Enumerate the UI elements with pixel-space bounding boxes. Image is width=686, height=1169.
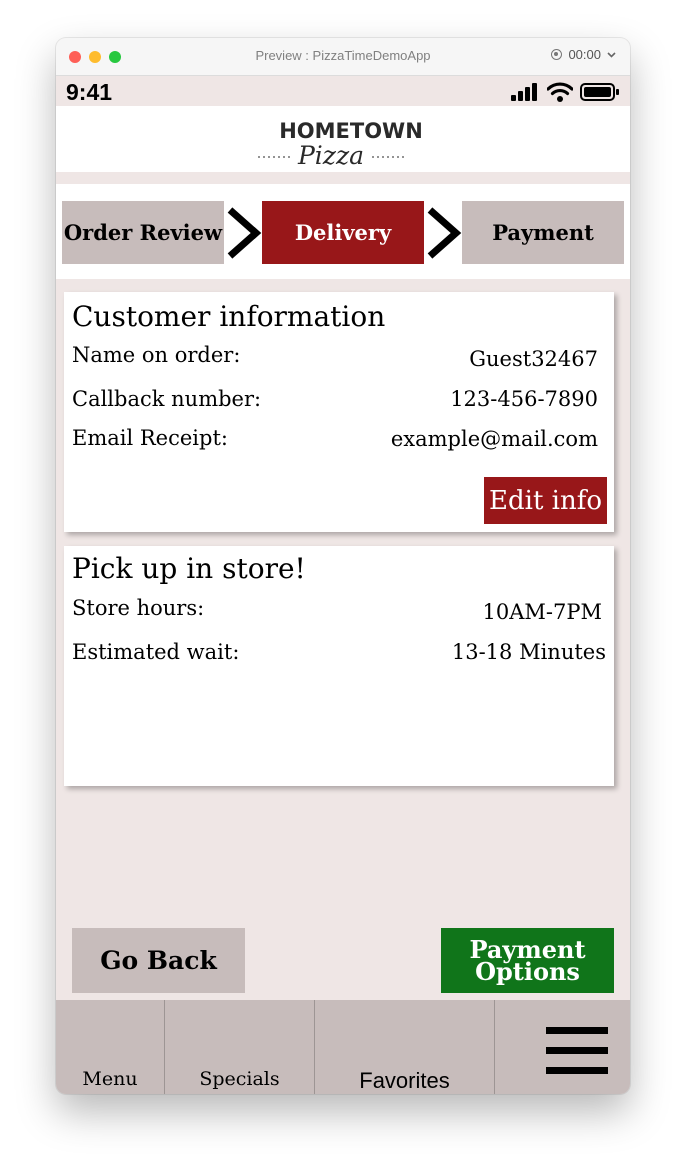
hamburger-icon <box>546 1027 608 1074</box>
recording-control[interactable]: 00:00 <box>551 47 616 62</box>
wifi-icon <box>547 82 573 102</box>
step-label: Payment <box>492 220 594 245</box>
card-title: Pick up in store! <box>72 552 306 585</box>
app-window: Preview : PizzaTimeDemoApp 00:00 9:41 HO… <box>56 38 630 1094</box>
tab-menu[interactable]: Menu <box>56 1000 164 1094</box>
step-order-review[interactable]: Order Review <box>62 201 224 264</box>
window-titlebar: Preview : PizzaTimeDemoApp 00:00 <box>56 38 630 76</box>
record-icon <box>551 49 563 60</box>
customer-info-card: Customer information Name on order: Gues… <box>64 292 614 532</box>
window-title: Preview : PizzaTimeDemoApp <box>255 48 431 63</box>
edit-info-button[interactable]: Edit info <box>484 477 607 524</box>
tab-label: Specials <box>199 1068 280 1090</box>
bottom-tab-bar: Menu Specials Favorites <box>56 1000 630 1094</box>
estimated-wait-label: Estimated wait: <box>72 640 240 664</box>
svg-text:Pizza: Pizza <box>297 141 364 170</box>
chevron-right-icon <box>427 207 462 259</box>
email-value: example@mail.com <box>390 427 598 451</box>
estimated-wait-value: 13-18 Minutes <box>451 640 606 664</box>
status-bar: 9:41 <box>56 76 630 106</box>
store-hours-value: 10AM-7PM <box>482 600 602 624</box>
tab-label: Favorites <box>359 1068 450 1093</box>
tab-favorites[interactable]: Favorites <box>315 1000 494 1094</box>
step-label: Order Review <box>63 220 223 245</box>
pickup-card: Pick up in store! Store hours: 10AM-7PM … <box>64 546 614 786</box>
status-time: 9:41 <box>66 79 113 105</box>
svg-text:HOMETOWN: HOMETOWN <box>279 119 423 143</box>
chevron-down-icon <box>607 51 616 58</box>
name-label: Name on order: <box>72 343 241 367</box>
callback-value: 123-456-7890 <box>450 387 598 411</box>
callback-label: Callback number: <box>72 387 262 411</box>
payment-options-button[interactable]: Payment Options <box>441 928 614 993</box>
store-hours-label: Store hours: <box>72 596 205 620</box>
hometown-pizza-logo: HOMETOWN Pizza <box>258 119 423 170</box>
battery-icon <box>580 83 619 101</box>
checkout-steps: Order Review Delivery Payment <box>56 184 630 279</box>
tab-label: Menu <box>82 1068 138 1090</box>
step-delivery[interactable]: Delivery <box>262 201 424 264</box>
tab-specials[interactable]: Specials <box>165 1000 314 1094</box>
cellular-signal-icon <box>511 83 537 101</box>
name-value: Guest32467 <box>469 347 598 371</box>
payment-options-line2: Options <box>475 956 580 986</box>
email-label: Email Receipt: <box>72 426 228 450</box>
app-header: HOMETOWN Pizza <box>56 106 630 172</box>
go-back-button[interactable]: Go Back <box>72 928 245 993</box>
step-label: Delivery <box>294 220 392 245</box>
chevron-right-icon <box>227 207 262 259</box>
more-menu-button[interactable] <box>495 1000 630 1094</box>
step-payment[interactable]: Payment <box>462 201 624 264</box>
recording-time: 00:00 <box>568 47 601 62</box>
card-title: Customer information <box>72 300 386 333</box>
